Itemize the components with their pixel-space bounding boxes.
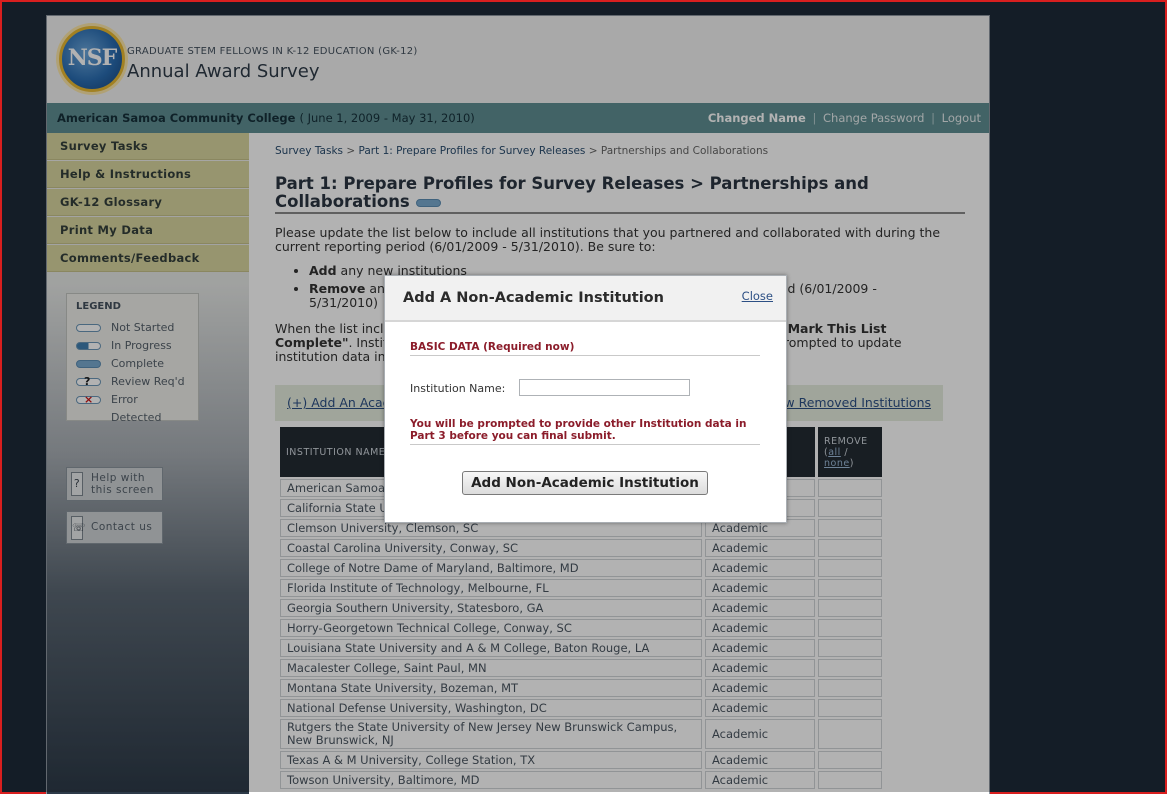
divider xyxy=(410,355,760,356)
divider xyxy=(410,444,760,445)
add-institution-dialog: Add A Non-Academic Institution Close BAS… xyxy=(384,275,787,523)
institution-name-label: Institution Name: xyxy=(410,382,506,395)
dialog-title: Add A Non-Academic Institution xyxy=(403,290,664,306)
part3-note: You will be prompted to provide other In… xyxy=(410,418,747,442)
dialog-header: Add A Non-Academic Institution Close xyxy=(385,276,786,322)
close-link[interactable]: Close xyxy=(742,289,773,303)
basic-data-heading: BASIC DATA (Required now) xyxy=(410,341,575,353)
institution-name-input[interactable] xyxy=(519,379,690,396)
add-non-academic-institution-button[interactable]: Add Non-Academic Institution xyxy=(462,471,708,495)
